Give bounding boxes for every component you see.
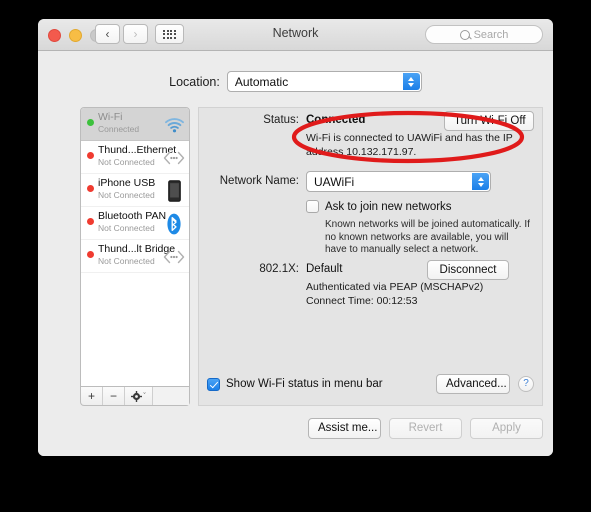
network-preferences-window: ‹ › Network Search Location: Automatic W… <box>38 19 553 456</box>
add-service-button[interactable]: + <box>81 387 103 405</box>
turn-wifi-off-button[interactable]: Turn Wi-Fi Off <box>444 111 534 131</box>
sidebar-item-wifi[interactable]: Wi-Fi Connected <box>81 108 189 141</box>
sidebar-item-thunderbolt-ethernet[interactable]: Thund...Ethernet Not Connected <box>81 141 189 174</box>
gear-icon <box>131 390 143 402</box>
status-dot <box>87 251 94 258</box>
window-body: Location: Automatic Wi-Fi Connected Thun… <box>38 51 553 456</box>
network-name-value: UAWiFi <box>314 174 355 189</box>
search-icon <box>459 29 470 40</box>
sidebar-item-thunderbolt-bridge[interactable]: Thund...lt Bridge Not Connected <box>81 240 189 273</box>
chevron-down-icon: ˇ <box>143 392 146 400</box>
ask-to-join-hint: Known networks will be joined automatica… <box>325 219 530 255</box>
show-wifi-status-checkbox[interactable] <box>207 377 220 391</box>
wifi-settings-pane: Status: Connected Turn Wi-Fi Off Wi-Fi i… <box>198 107 543 406</box>
status-dot <box>87 218 94 225</box>
status-value: Connected <box>306 114 366 126</box>
dot1x-details: Authenticated via PEAP (MSCHAPv2) Connec… <box>306 281 483 308</box>
connect-time-line: Connect Time: 00:12:53 <box>306 294 418 307</box>
window-titlebar: ‹ › Network Search <box>38 19 553 51</box>
location-select[interactable]: Automatic <box>226 71 422 92</box>
search-placeholder: Search <box>473 28 509 41</box>
remove-service-button[interactable]: − <box>103 387 125 405</box>
chevron-updown-icon <box>402 73 420 90</box>
apply-button: Apply <box>470 418 543 439</box>
sidebar-item-iphone-usb[interactable]: iPhone USB Not Connected <box>81 174 189 207</box>
ask-to-join-checkbox[interactable] <box>306 200 319 213</box>
toolbar-filler <box>153 387 189 405</box>
network-services-list[interactable]: Wi-Fi Connected Thund...Ethernet Not Con… <box>80 107 190 387</box>
network-name-label: Network Name: <box>219 175 299 187</box>
network-name-row: Network Name: UAWiFi <box>207 171 537 192</box>
location-value: Automatic <box>234 74 289 89</box>
thunderbolt-icon <box>163 147 185 169</box>
dot1x-label: 802.1X: <box>259 263 299 275</box>
status-dot <box>87 119 94 126</box>
help-button[interactable]: ? <box>518 376 534 392</box>
disconnect-button[interactable]: Disconnect <box>427 260 509 280</box>
network-name-select[interactable]: UAWiFi <box>306 171 491 192</box>
iphone-icon <box>163 180 185 202</box>
search-input[interactable]: Search <box>425 25 543 44</box>
status-dot <box>87 185 94 192</box>
ask-to-join-label: Ask to join new networks <box>325 200 452 213</box>
bluetooth-icon <box>163 213 185 235</box>
auth-method-line: Authenticated via PEAP (MSCHAPv2) <box>306 281 484 293</box>
window-footer-buttons: Assist me... Revert Apply <box>308 418 543 439</box>
sidebar-item-bluetooth-pan[interactable]: Bluetooth PAN Not Connected <box>81 207 189 240</box>
status-dot <box>87 152 94 159</box>
status-label: Status: <box>263 114 299 126</box>
thunderbolt-icon <box>163 246 185 268</box>
screenshot-root: ‹ › Network Search Location: Automatic W… <box>0 0 591 512</box>
location-row: Location: Automatic <box>38 71 553 92</box>
show-wifi-status-label: Show Wi-Fi status in menu bar <box>226 378 383 390</box>
wifi-icon <box>163 114 185 136</box>
dot1x-value: Default <box>306 263 343 275</box>
assist-me-button[interactable]: Assist me... <box>308 418 381 439</box>
status-description: Wi-Fi is connected to UAWiFi and has the… <box>306 132 513 158</box>
pane-footer-row: Show Wi-Fi status in menu bar Advanced..… <box>207 374 534 394</box>
sidebar-toolbar: + − ˇ <box>80 387 190 406</box>
chevron-updown-icon <box>472 173 489 190</box>
location-label: Location: <box>169 74 220 89</box>
ask-to-join-row[interactable]: Ask to join new networks <box>306 200 452 213</box>
advanced-button[interactable]: Advanced... <box>436 374 510 394</box>
revert-button: Revert <box>389 418 462 439</box>
service-actions-button[interactable]: ˇ <box>125 387 153 405</box>
